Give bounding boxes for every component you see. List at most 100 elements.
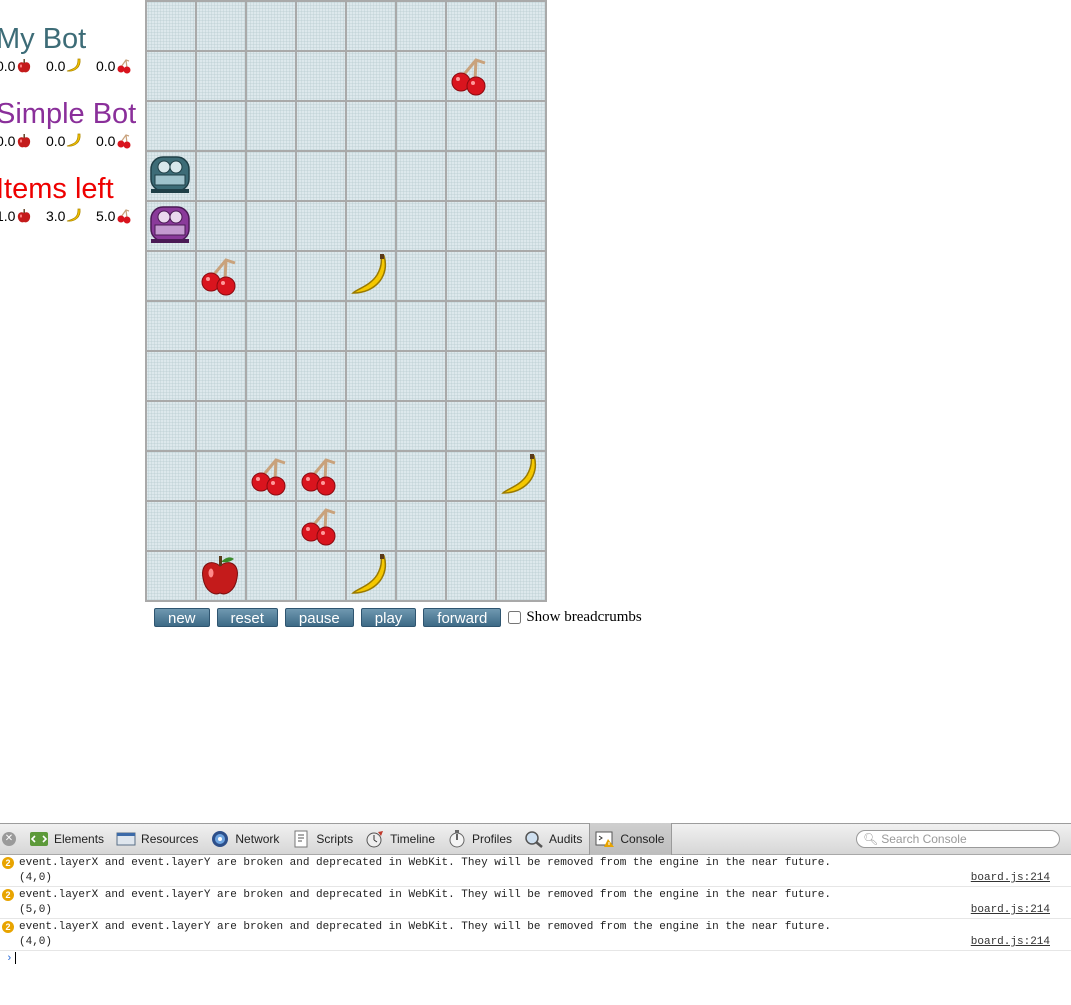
cherry-count: 0.0 bbox=[96, 133, 116, 149]
warning-text: event.layerX and event.layerY are broken… bbox=[19, 857, 831, 869]
timeline-icon bbox=[364, 829, 386, 849]
player-my-bot: My Bot 0.0 0.0 0.0 bbox=[0, 23, 146, 75]
banana-icon bbox=[345, 250, 395, 300]
score-row: 0.0 0.0 0.0 bbox=[0, 132, 146, 150]
scripts-icon bbox=[290, 829, 312, 849]
close-icon[interactable]: ✕ bbox=[2, 832, 16, 846]
tab-profiles[interactable]: Profiles bbox=[442, 823, 519, 855]
warning-text: event.layerX and event.layerY are broken… bbox=[19, 889, 831, 901]
items-left-title: Items left bbox=[0, 173, 114, 205]
cherry-icon bbox=[245, 450, 295, 500]
cherry-icon bbox=[116, 58, 132, 74]
player-name: My Bot bbox=[0, 23, 87, 55]
search-icon: 🔍︎ bbox=[863, 832, 879, 846]
console-warning: 2 event.layerX and event.layerY are brok… bbox=[0, 887, 1071, 903]
score-row: 1.0 3.0 5.0 bbox=[0, 207, 146, 225]
tab-elements[interactable]: Elements bbox=[24, 823, 111, 855]
console-warning: 2 event.layerX and event.layerY are brok… bbox=[0, 919, 1071, 935]
apple-count: 0.0 bbox=[0, 58, 16, 74]
search-console-field[interactable]: 🔍︎ Search Console bbox=[856, 830, 1060, 848]
tab-label: Scripts bbox=[316, 832, 354, 846]
game-board[interactable] bbox=[145, 0, 547, 602]
profiles-icon bbox=[446, 829, 468, 849]
console-output: (5,0) board.js:214 bbox=[0, 903, 1071, 919]
audits-icon bbox=[523, 829, 545, 849]
breadcrumbs-toggle[interactable]: Show breadcrumbs bbox=[508, 609, 642, 626]
console-log: 2 event.layerX and event.layerY are brok… bbox=[0, 855, 1071, 967]
tab-audits[interactable]: Audits bbox=[519, 823, 589, 855]
tab-label: Timeline bbox=[390, 832, 435, 846]
banana-icon bbox=[66, 58, 82, 74]
game-controls: new reset pause play forward Show breadc… bbox=[154, 608, 642, 627]
cherry-icon bbox=[116, 208, 132, 224]
banana-count: 0.0 bbox=[46, 133, 66, 149]
cherry-icon bbox=[295, 450, 345, 500]
banana-icon bbox=[495, 450, 545, 500]
elements-icon bbox=[28, 829, 50, 849]
console-warning: 2 event.layerX and event.layerY are brok… bbox=[0, 855, 1071, 871]
output-text: (4,0) bbox=[19, 936, 53, 948]
simple-bot-robot bbox=[145, 200, 195, 250]
console-icon bbox=[594, 829, 616, 849]
banana-count: 0.0 bbox=[46, 58, 66, 74]
banana-icon bbox=[66, 208, 82, 224]
score-row: 0.0 0.0 0.0 bbox=[0, 57, 146, 75]
warning-count-badge: 2 bbox=[2, 889, 14, 901]
output-text: (4,0) bbox=[19, 872, 53, 884]
console-prompt[interactable]: › bbox=[0, 951, 1071, 967]
console-output: (4,0) board.js:214 bbox=[0, 935, 1071, 951]
play-button[interactable]: play bbox=[360, 608, 417, 627]
player-simple-bot: Simple Bot 0.0 0.0 0.0 bbox=[0, 98, 146, 150]
my-bot-robot bbox=[145, 150, 195, 200]
apple-icon bbox=[16, 208, 32, 224]
new-button[interactable]: new bbox=[154, 608, 210, 627]
apple-count: 0.0 bbox=[0, 133, 16, 149]
breadcrumbs-checkbox[interactable] bbox=[508, 611, 522, 624]
banana-icon bbox=[66, 133, 82, 149]
source-link[interactable]: board.js:214 bbox=[971, 903, 1050, 918]
tab-network[interactable]: Network bbox=[205, 823, 286, 855]
cherry-icon bbox=[116, 133, 132, 149]
warning-text: event.layerX and event.layerY are broken… bbox=[19, 921, 831, 933]
tab-label: Profiles bbox=[472, 832, 513, 846]
player-name: Simple Bot bbox=[0, 98, 137, 130]
console-output: (4,0) board.js:214 bbox=[0, 871, 1071, 887]
resources-icon bbox=[115, 829, 137, 849]
pause-button[interactable]: pause bbox=[284, 608, 354, 627]
reset-button[interactable]: reset bbox=[216, 608, 278, 627]
cherry-count: 0.0 bbox=[96, 58, 116, 74]
tab-label: Elements bbox=[54, 832, 105, 846]
cherry-icon bbox=[295, 500, 345, 550]
cherry-count: 5.0 bbox=[96, 208, 116, 224]
banana-icon bbox=[345, 550, 395, 600]
tab-label: Audits bbox=[549, 832, 583, 846]
banana-count: 3.0 bbox=[46, 208, 66, 224]
text-caret bbox=[14, 952, 16, 965]
forward-button[interactable]: forward bbox=[423, 608, 502, 627]
tab-label: Network bbox=[235, 832, 280, 846]
apple-icon bbox=[195, 550, 245, 600]
cherry-icon bbox=[445, 50, 495, 100]
network-icon bbox=[209, 829, 231, 849]
apple-count: 1.0 bbox=[0, 208, 16, 224]
devtools-toolbar: ✕ Elements Resources Network Scripts Tim… bbox=[0, 823, 1071, 855]
items-left: Items left 1.0 3.0 5.0 bbox=[0, 173, 146, 225]
cherry-icon bbox=[195, 250, 245, 300]
source-link[interactable]: board.js:214 bbox=[971, 935, 1050, 950]
apple-icon bbox=[16, 133, 32, 149]
prompt-icon: › bbox=[6, 953, 13, 965]
warning-count-badge: 2 bbox=[2, 857, 14, 869]
tab-timeline[interactable]: Timeline bbox=[360, 823, 442, 855]
output-text: (5,0) bbox=[19, 904, 53, 916]
tab-scripts[interactable]: Scripts bbox=[286, 823, 360, 855]
warning-count-badge: 2 bbox=[2, 921, 14, 933]
search-placeholder: Search Console bbox=[881, 832, 967, 846]
breadcrumbs-label: Show breadcrumbs bbox=[526, 609, 642, 625]
tab-console[interactable]: Console bbox=[589, 823, 673, 855]
tab-resources[interactable]: Resources bbox=[111, 823, 205, 855]
apple-icon bbox=[16, 58, 32, 74]
tab-label: Console bbox=[620, 832, 665, 846]
devtools-panel: ✕ Elements Resources Network Scripts Tim… bbox=[0, 823, 1071, 1005]
tab-label: Resources bbox=[141, 832, 199, 846]
source-link[interactable]: board.js:214 bbox=[971, 871, 1050, 886]
